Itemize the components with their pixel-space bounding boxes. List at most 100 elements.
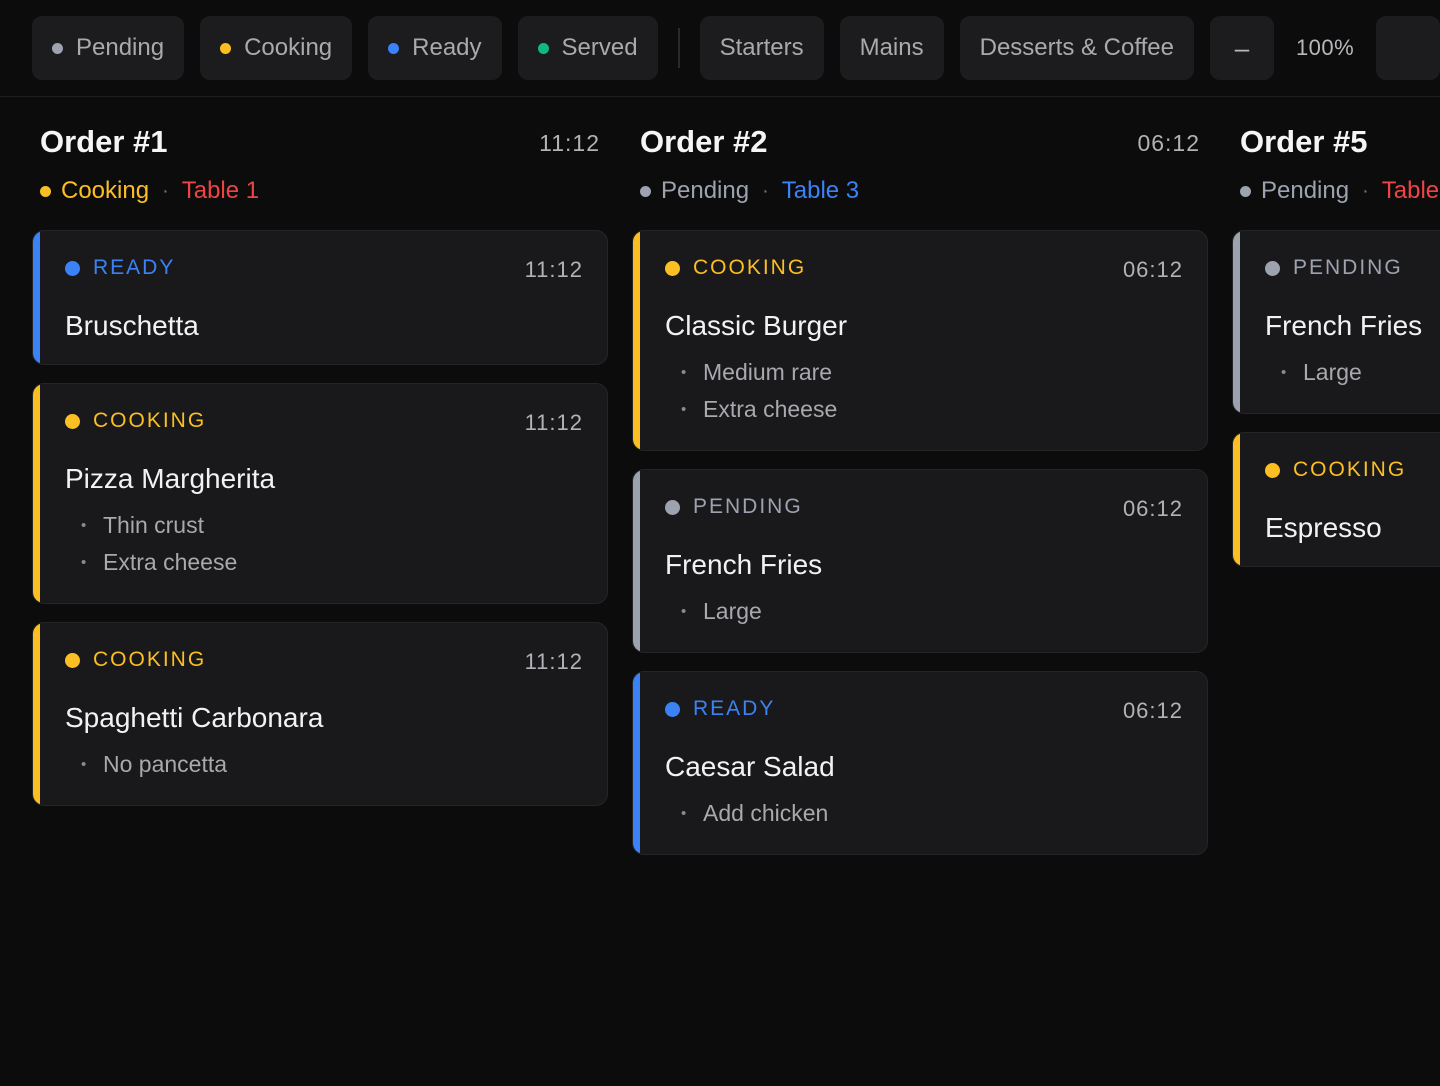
item-status: COOKING — [1265, 457, 1440, 483]
modifier: Medium rare — [665, 354, 1183, 391]
item-status: PENDING — [665, 494, 1183, 520]
status-dot-icon — [65, 413, 80, 429]
item-status: COOKING — [65, 408, 583, 434]
modifier: No pancetta — [65, 746, 583, 783]
item-name: French Fries — [1265, 310, 1423, 341]
order-header: Order #5 Pending · Table — [1232, 98, 1440, 230]
filter-cooking-button[interactable]: Cooking — [200, 16, 353, 80]
item-time: 11:12 — [524, 649, 583, 674]
status-bar — [33, 384, 40, 603]
order-item-card[interactable]: COOKING 11:12 Spaghetti Carbonara No pan… — [32, 622, 608, 806]
toolbar-divider — [677, 28, 680, 68]
order-item-card[interactable]: PENDING French Fries Large — [1232, 230, 1440, 414]
modifier: Large — [665, 593, 1183, 630]
zoom-in-button[interactable] — [1376, 16, 1440, 80]
order-column: Order #5 Pending · Table PENDING French … — [1232, 98, 1440, 585]
status-dot-icon — [1265, 462, 1280, 478]
course-mains-button[interactable]: Mains — [839, 16, 944, 80]
filter-pending-button[interactable]: Pending — [32, 16, 185, 80]
orders-board: Order #1 11:12 Cooking · Table 1 READY 1… — [0, 98, 1440, 1086]
meta-separator: · — [762, 179, 769, 202]
item-modifiers: Thin crust Extra cheese — [65, 507, 583, 581]
status-bar — [33, 623, 40, 805]
cooking-dot-icon — [220, 42, 232, 54]
item-status-label: READY — [693, 697, 776, 720]
meta-separator: · — [162, 179, 169, 202]
status-dot-icon — [65, 652, 80, 668]
order-title: Order #1 — [40, 124, 168, 159]
order-item-card[interactable]: COOKING 11:12 Pizza Margherita Thin crus… — [32, 383, 608, 604]
order-item-card[interactable]: COOKING 06:12 Classic Burger Medium rare… — [632, 230, 1208, 451]
item-status-label: READY — [93, 256, 176, 279]
order-time: 06:12 — [1137, 130, 1200, 156]
order-item-card[interactable]: PENDING 06:12 French Fries Large — [632, 469, 1208, 653]
item-status: PENDING — [1265, 255, 1440, 281]
status-bar — [633, 231, 640, 450]
zoom-out-button[interactable]: – — [1209, 16, 1274, 80]
item-status-label: PENDING — [693, 495, 803, 518]
course-desserts-button[interactable]: Desserts & Coffee — [959, 16, 1194, 80]
order-status: Pending — [1261, 177, 1350, 204]
ready-dot-icon — [388, 42, 400, 54]
item-name: Caesar Salad — [665, 751, 835, 782]
order-item-card[interactable]: COOKING Espresso — [1232, 432, 1440, 567]
zoom-level: 100% — [1295, 35, 1355, 60]
order-table: Table — [1381, 177, 1440, 204]
item-status-label: COOKING — [93, 409, 207, 432]
status-bar — [633, 470, 640, 652]
status-dot-icon — [665, 260, 680, 276]
modifier: Thin crust — [65, 507, 583, 544]
modifier: Large — [1265, 354, 1440, 391]
filter-label: Pending — [76, 34, 165, 61]
item-modifiers: No pancetta — [65, 746, 583, 783]
course-starters-button[interactable]: Starters — [699, 16, 824, 80]
item-status-label: PENDING — [1293, 256, 1403, 279]
served-dot-icon — [537, 42, 549, 54]
item-status: COOKING — [665, 255, 1183, 281]
item-modifiers: Medium rare Extra cheese — [665, 354, 1183, 428]
status-bar — [633, 672, 640, 854]
item-status: READY — [65, 255, 583, 281]
filter-label: Ready — [412, 34, 482, 61]
order-meta: Cooking · Table 1 — [40, 177, 259, 205]
modifier: Extra cheese — [65, 544, 583, 581]
item-time: 11:12 — [524, 257, 583, 282]
order-table: Table 3 — [781, 177, 860, 204]
item-name: Spaghetti Carbonara — [65, 702, 324, 733]
item-modifiers: Add chicken — [665, 795, 1183, 832]
item-name: Espresso — [1265, 512, 1382, 543]
order-meta: Pending · Table — [1240, 177, 1439, 205]
meta-separator: · — [1362, 179, 1369, 202]
status-dot-icon — [65, 260, 80, 276]
modifier: Extra cheese — [665, 391, 1183, 428]
order-header: Order #1 11:12 Cooking · Table 1 — [32, 98, 608, 230]
item-time: 06:12 — [1122, 496, 1183, 521]
order-status: Cooking — [61, 177, 150, 204]
item-status: COOKING — [65, 647, 583, 673]
item-name: French Fries — [665, 549, 823, 580]
filter-label: Served — [561, 34, 638, 61]
toolbar: Pending Cooking Ready Served Starters Ma… — [0, 0, 1440, 97]
order-column: Order #1 11:12 Cooking · Table 1 READY 1… — [32, 98, 608, 824]
order-table: Table 1 — [181, 177, 260, 204]
order-status-dot-icon — [40, 185, 51, 197]
item-status-label: COOKING — [1293, 458, 1407, 481]
order-item-card[interactable]: READY 06:12 Caesar Salad Add chicken — [632, 671, 1208, 855]
order-meta: Pending · Table 3 — [640, 177, 859, 205]
item-modifiers: Large — [665, 593, 1183, 630]
order-header: Order #2 06:12 Pending · Table 3 — [632, 98, 1208, 230]
order-item-card[interactable]: READY 11:12 Bruschetta — [32, 230, 608, 365]
modifier: Add chicken — [665, 795, 1183, 832]
item-name: Bruschetta — [65, 310, 199, 341]
order-status: Pending — [661, 177, 750, 204]
order-title: Order #2 — [640, 124, 768, 159]
filter-ready-button[interactable]: Ready — [368, 16, 502, 80]
item-status-label: COOKING — [93, 648, 207, 671]
order-column: Order #2 06:12 Pending · Table 3 COOKING… — [632, 98, 1208, 873]
order-status-dot-icon — [1240, 185, 1251, 197]
item-status: READY — [665, 696, 1183, 722]
item-status-label: COOKING — [693, 256, 807, 279]
filter-label: Cooking — [244, 34, 333, 61]
filter-served-button[interactable]: Served — [517, 16, 658, 80]
status-bar — [1233, 433, 1240, 566]
